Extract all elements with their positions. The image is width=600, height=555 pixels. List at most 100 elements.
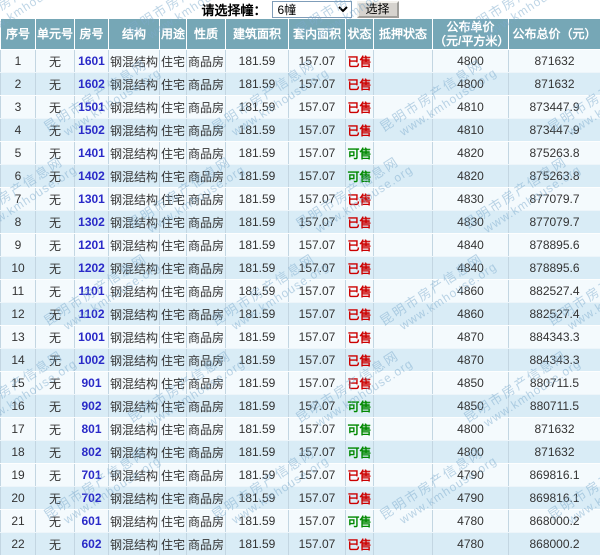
room-number-link[interactable]: 1201 <box>78 238 105 252</box>
room-number-link[interactable]: 1601 <box>78 54 105 68</box>
cell-structure: 钢混结构 <box>108 141 160 165</box>
room-number-link[interactable]: 1101 <box>78 284 104 298</box>
room-number-link[interactable]: 901 <box>81 376 101 390</box>
cell-total_price: 880711.5 <box>508 394 600 418</box>
cell-room: 1202 <box>74 256 109 280</box>
cell-seq: 15 <box>0 371 36 395</box>
cell-status: 可售 <box>345 394 374 418</box>
cell-nature: 商品房 <box>186 233 226 257</box>
table-row: 15 无 901 钢混结构 住宅 商品房 181.59 157.07 已售 4850 880711.… <box>0 371 600 395</box>
cell-mortgage <box>373 463 433 487</box>
cell-structure: 钢混结构 <box>108 72 160 96</box>
room-number-link[interactable]: 1002 <box>78 353 105 367</box>
room-number-link[interactable]: 802 <box>81 445 101 459</box>
cell-nature: 商品房 <box>186 49 226 73</box>
cell-build_area: 181.59 <box>225 302 289 326</box>
cell-inner_area: 157.07 <box>288 509 346 533</box>
cell-mortgage <box>373 49 433 73</box>
cell-seq: 19 <box>0 463 36 487</box>
cell-inner_area: 157.07 <box>288 532 346 555</box>
cell-build_area: 181.59 <box>225 532 289 555</box>
table-row: 2 无 1602 钢混结构 住宅 商品房 181.59 157.07 已售 4800 871632 <box>0 72 600 96</box>
column-header: 套内面积 <box>288 18 346 50</box>
cell-seq: 10 <box>0 256 36 280</box>
cell-use: 住宅 <box>159 141 187 165</box>
cell-use: 住宅 <box>159 164 187 188</box>
cell-structure: 钢混结构 <box>108 371 160 395</box>
room-number-link[interactable]: 601 <box>81 514 101 528</box>
table-row: 6 无 1402 钢混结构 住宅 商品房 181.59 157.07 可售 4820 875263.… <box>0 164 600 188</box>
room-number-link[interactable]: 1102 <box>78 307 104 321</box>
cell-total_price: 871632 <box>508 417 600 441</box>
cell-inner_area: 157.07 <box>288 417 346 441</box>
cell-mortgage <box>373 440 433 464</box>
cell-unit: 无 <box>35 302 75 326</box>
table-header-row: 序号 单元号 房号 结构 用途 性质 建筑面积 套内面积 状态 抵押状态 公布单价（元/平方米） 公布… <box>0 18 600 50</box>
room-number-link[interactable]: 1602 <box>78 77 105 91</box>
cell-status: 可售 <box>345 164 374 188</box>
building-select-label: 请选择幢： <box>201 3 267 18</box>
cell-total_price: 884343.3 <box>508 348 600 372</box>
cell-structure: 钢混结构 <box>108 164 160 188</box>
cell-structure: 钢混结构 <box>108 210 160 234</box>
room-number-link[interactable]: 801 <box>81 422 101 436</box>
room-number-link[interactable]: 602 <box>81 537 101 551</box>
cell-seq: 11 <box>0 279 36 303</box>
room-number-link[interactable]: 1001 <box>78 330 105 344</box>
cell-inner_area: 157.07 <box>288 256 346 280</box>
cell-unit: 无 <box>35 417 75 441</box>
cell-seq: 9 <box>0 233 36 257</box>
cell-seq: 2 <box>0 72 36 96</box>
cell-use: 住宅 <box>159 532 187 555</box>
table-row: 12 无 1102 钢混结构 住宅 商品房 181.59 157.07 已售 4860 882527… <box>0 302 600 326</box>
cell-room: 1402 <box>74 164 109 188</box>
room-number-link[interactable]: 1302 <box>78 215 105 229</box>
cell-structure: 钢混结构 <box>108 118 160 142</box>
column-header: 房号 <box>74 18 109 50</box>
cell-unit_price: 4800 <box>432 440 509 464</box>
cell-unit: 无 <box>35 187 75 211</box>
cell-unit_price: 4800 <box>432 49 509 73</box>
cell-seq: 7 <box>0 187 36 211</box>
room-number-link[interactable]: 1501 <box>78 100 105 114</box>
cell-use: 住宅 <box>159 486 187 510</box>
cell-status: 已售 <box>345 187 374 211</box>
room-number-link[interactable]: 1402 <box>78 169 105 183</box>
room-number-link[interactable]: 701 <box>81 468 101 482</box>
table-row: 22 无 602 钢混结构 住宅 商品房 181.59 157.07 已售 4780 868000.… <box>0 532 600 555</box>
cell-status: 已售 <box>345 371 374 395</box>
room-number-link[interactable]: 1401 <box>78 146 105 160</box>
cell-room: 1302 <box>74 210 109 234</box>
cell-mortgage <box>373 486 433 510</box>
cell-mortgage <box>373 164 433 188</box>
cell-use: 住宅 <box>159 118 187 142</box>
room-number-link[interactable]: 1202 <box>78 261 105 275</box>
room-number-link[interactable]: 902 <box>81 399 101 413</box>
cell-use: 住宅 <box>159 417 187 441</box>
cell-status: 可售 <box>345 440 374 464</box>
cell-unit_price: 4840 <box>432 233 509 257</box>
building-select[interactable]: 6幢 <box>271 1 352 18</box>
room-number-link[interactable]: 702 <box>81 491 101 505</box>
room-number-link[interactable]: 1502 <box>78 123 105 137</box>
cell-nature: 商品房 <box>186 210 226 234</box>
cell-build_area: 181.59 <box>225 279 289 303</box>
cell-total_price: 877079.7 <box>508 210 600 234</box>
table-row: 11 无 1101 钢混结构 住宅 商品房 181.59 157.07 已售 4860 882527… <box>0 279 600 303</box>
cell-seq: 5 <box>0 141 36 165</box>
table-row: 5 无 1401 钢混结构 住宅 商品房 181.59 157.07 可售 4820 875263.… <box>0 141 600 165</box>
cell-mortgage <box>373 394 433 418</box>
cell-use: 住宅 <box>159 210 187 234</box>
cell-nature: 商品房 <box>186 95 226 119</box>
cell-nature: 商品房 <box>186 256 226 280</box>
cell-use: 住宅 <box>159 279 187 303</box>
cell-use: 住宅 <box>159 463 187 487</box>
cell-seq: 6 <box>0 164 36 188</box>
select-button[interactable]: 选择 <box>356 1 399 18</box>
cell-unit: 无 <box>35 210 75 234</box>
cell-mortgage <box>373 72 433 96</box>
cell-total_price: 882527.4 <box>508 302 600 326</box>
cell-build_area: 181.59 <box>225 325 289 349</box>
room-number-link[interactable]: 1301 <box>78 192 105 206</box>
cell-status: 可售 <box>345 417 374 441</box>
